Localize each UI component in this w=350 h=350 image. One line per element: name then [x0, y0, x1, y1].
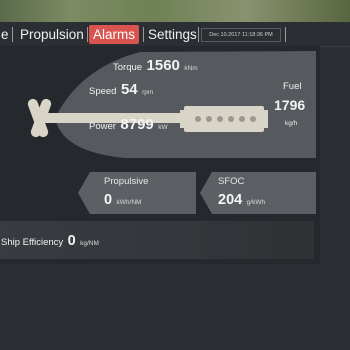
fuel-label: Fuel — [283, 81, 302, 92]
speed-readout: Speed 54 rpm — [89, 81, 153, 99]
propulsive-label: Propulsive — [104, 176, 149, 187]
nav-divider — [285, 27, 286, 42]
datetime-display: Dec 10.2017 11:18:36 PM — [201, 28, 281, 42]
nav-divider — [12, 27, 13, 42]
ship-efficiency-label: Ship Efficiency — [1, 237, 64, 248]
tab-home[interactable]: e — [0, 25, 13, 44]
ship-efficiency-value: 0 — [67, 233, 76, 249]
nav-divider — [198, 27, 199, 42]
nav-divider — [87, 27, 88, 42]
tab-propulsion[interactable]: Propulsion — [16, 25, 88, 44]
propulsive-readout: 0 kWh/NM — [104, 191, 141, 209]
speed-value: 54 — [120, 81, 138, 98]
tab-settings[interactable]: Settings — [144, 25, 201, 44]
sfoc-label: SFOC — [218, 176, 245, 187]
torque-unit: kNm — [184, 65, 198, 72]
torque-value: 1560 — [146, 57, 180, 74]
ship-efficiency-unit: kg/NM — [80, 240, 99, 247]
torque-label: Torque — [113, 62, 143, 73]
fuel-unit: kg/h — [285, 120, 298, 127]
tab-alarms[interactable]: Alarms — [89, 25, 140, 44]
power-readout: Power 8799 kW — [89, 116, 168, 134]
sfoc-unit: g/kWh — [246, 199, 266, 206]
speed-label: Speed — [89, 86, 117, 97]
sfoc-readout: 204 g/kWh — [218, 191, 265, 209]
power-value: 8799 — [120, 116, 154, 133]
power-unit: kW — [158, 124, 168, 131]
fuel-value: 1796 — [274, 97, 306, 113]
ship-efficiency-box: Ship Efficiency 0 kg/NM — [0, 221, 314, 259]
sfoc-value: 204 — [218, 192, 243, 208]
top-navigation: e Propulsion Alarms Settings Dec 10.2017… — [0, 22, 350, 47]
speed-unit: rpm — [142, 89, 154, 96]
propulsive-unit: kWh/NM — [116, 199, 142, 206]
power-label: Power — [89, 121, 116, 132]
ship-efficiency-readout: Ship Efficiency 0 kg/NM — [1, 232, 99, 250]
propulsive-value: 0 — [104, 192, 113, 208]
window-top-strip — [0, 0, 350, 22]
torque-readout: Torque 1560 kNm — [113, 57, 198, 75]
